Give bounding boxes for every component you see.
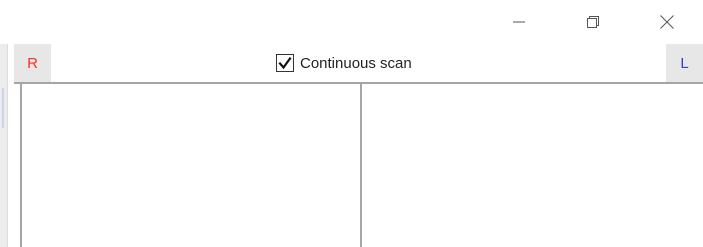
title-bar: [0, 0, 703, 44]
app-window: R Continuous scan L: [0, 0, 703, 247]
left-side-button[interactable]: L: [666, 44, 703, 82]
continuous-scan-label: Continuous scan: [300, 54, 412, 72]
close-button[interactable]: [644, 0, 690, 44]
left-scan-panel[interactable]: [20, 84, 362, 247]
right-side-button[interactable]: R: [14, 44, 51, 82]
continuous-scan-toggle[interactable]: Continuous scan: [276, 52, 412, 74]
checkmark-icon: [278, 56, 292, 70]
continuous-scan-checkbox[interactable]: [276, 54, 294, 72]
close-icon: [660, 15, 674, 29]
scan-toolbar: R Continuous scan L: [14, 44, 703, 84]
minimize-icon: [513, 21, 525, 23]
edge-accent: [2, 88, 4, 128]
window-left-edge: [0, 44, 8, 247]
right-scan-panel[interactable]: [362, 84, 703, 247]
minimize-button[interactable]: [496, 0, 542, 44]
restore-icon: [587, 16, 599, 28]
restore-button[interactable]: [570, 0, 616, 44]
